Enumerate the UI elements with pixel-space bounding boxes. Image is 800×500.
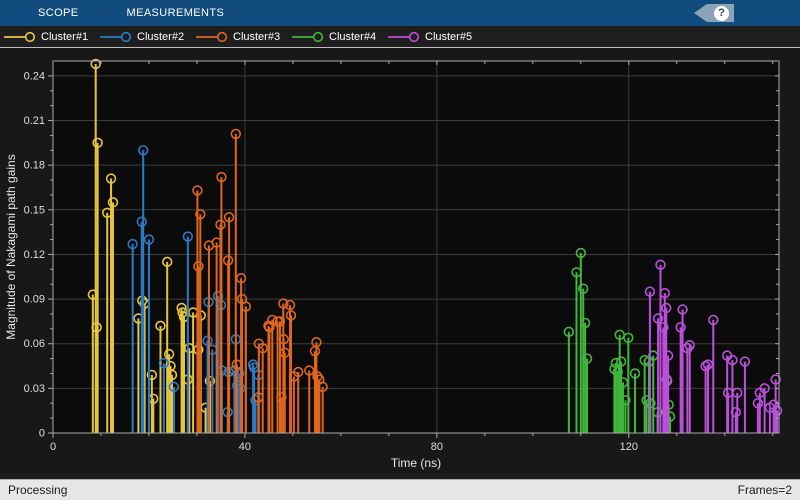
tab-scope[interactable]: SCOPE — [30, 0, 87, 26]
status-bar: Processing Frames=2 — [0, 479, 800, 500]
legend-label: Cluster#4 — [329, 30, 377, 43]
svg-text:0.18: 0.18 — [24, 160, 45, 172]
svg-text:0.09: 0.09 — [24, 294, 45, 306]
svg-text:0.03: 0.03 — [24, 383, 45, 395]
legend-marker-icon — [388, 31, 420, 42]
legend-bar: Cluster#1 Cluster#2 Cluster#3 Cluster#4 Clus… — [0, 26, 800, 48]
legend-item-cluster1[interactable]: Cluster#1 — [4, 31, 100, 43]
stem-chart: 0 40 80 120 0 0.03 0.06 0.09 0.12 0.15 0.18 0.21 0.2… — [4, 58, 783, 470]
svg-text:0.12: 0.12 — [24, 249, 45, 261]
help-icon: ? — [714, 5, 729, 21]
svg-text:0.15: 0.15 — [24, 204, 45, 216]
svg-text:40: 40 — [239, 441, 251, 453]
tab-measurements[interactable]: MEASUREMENTS — [119, 0, 233, 26]
legend-marker-icon — [292, 31, 324, 42]
x-axis-label: Time (ns) — [391, 456, 441, 470]
legend-item-cluster2[interactable]: Cluster#2 — [100, 31, 196, 43]
legend-label: Cluster#3 — [233, 30, 281, 43]
legend-label: Cluster#1 — [41, 30, 89, 43]
svg-text:0.06: 0.06 — [24, 338, 45, 350]
toolstrip: SCOPE MEASUREMENTS ? — [0, 0, 800, 26]
legend-item-cluster5[interactable]: Cluster#5 — [388, 31, 484, 43]
svg-text:120: 120 — [620, 441, 638, 453]
help-button[interactable]: ? — [694, 4, 734, 22]
svg-text:0.21: 0.21 — [24, 115, 45, 127]
svg-text:0: 0 — [50, 441, 56, 453]
svg-text:0.24: 0.24 — [24, 70, 45, 82]
legend-item-cluster3[interactable]: Cluster#3 — [196, 31, 292, 43]
legend-marker-icon — [4, 31, 36, 42]
status-text: Processing — [8, 483, 68, 497]
figure-area: 0 40 80 120 0 0.03 0.06 0.09 0.12 0.15 0.18 0.21 0.2… — [0, 49, 800, 474]
legend-marker-icon — [100, 31, 132, 42]
frames-counter: Frames=2 — [737, 483, 792, 497]
legend-label: Cluster#2 — [137, 30, 185, 43]
svg-text:80: 80 — [431, 441, 443, 453]
scope-window: SCOPE MEASUREMENTS ? Cluster#1 Cluster#2 C… — [0, 0, 800, 500]
legend-marker-icon — [196, 31, 228, 42]
y-axis-label: Magnitude of Nakagami path gains — [4, 154, 18, 339]
legend-label: Cluster#5 — [425, 30, 473, 43]
legend-item-cluster4[interactable]: Cluster#4 — [292, 31, 388, 43]
svg-text:0: 0 — [39, 428, 45, 440]
